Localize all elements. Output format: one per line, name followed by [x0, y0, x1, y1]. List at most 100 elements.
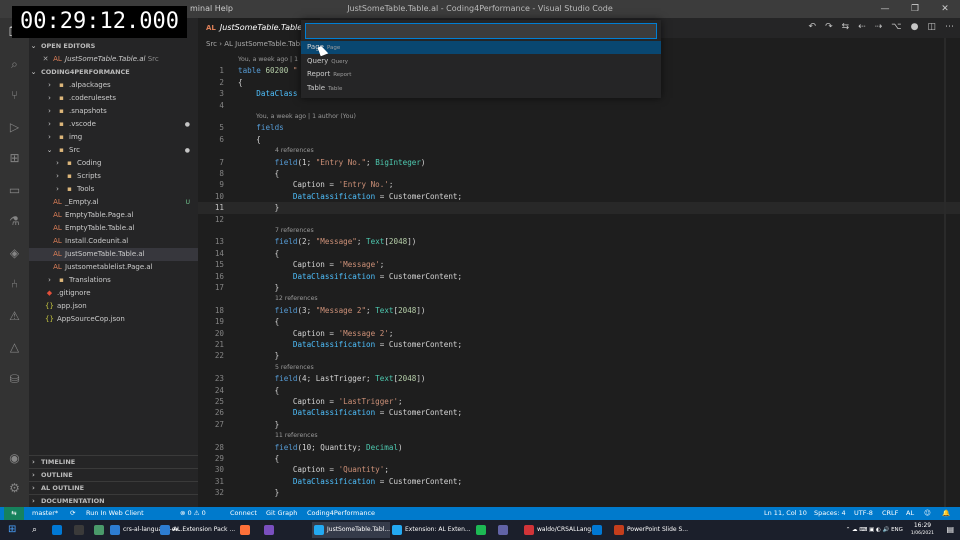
run-debug-icon[interactable]: ▷ [6, 119, 23, 136]
minimize-button[interactable]: — [870, 0, 900, 18]
sync-icon[interactable]: ⟳ [70, 507, 75, 520]
taskbar-app[interactable] [238, 522, 253, 538]
code-line[interactable]: 28 field(10; Quantity; Decimal) [198, 442, 960, 453]
editor-action-icon[interactable]: ● [911, 22, 919, 32]
connect-button[interactable]: Connect [230, 507, 257, 520]
encoding-indicator[interactable]: UTF-8 [854, 507, 873, 520]
eol-indicator[interactable]: CRLF [882, 507, 898, 520]
code-line[interactable]: 11 } [198, 202, 960, 214]
code-lens[interactable]: 5 references [198, 362, 960, 373]
notifications-icon[interactable]: 🔔 [942, 507, 950, 520]
tree-item[interactable]: AL Justsometablelist.Page.al [29, 261, 198, 274]
code-line[interactable]: 6 { [198, 134, 960, 145]
code-line[interactable]: 4 [198, 100, 960, 111]
branch-indicator[interactable]: master* [32, 507, 58, 520]
source-control-icon[interactable]: ⑂ [6, 87, 23, 104]
tree-item[interactable]: AL _Empty.al U [29, 196, 198, 209]
taskbar-app[interactable] [474, 522, 489, 538]
code-line[interactable]: 9 Caption = 'Entry No.'; [198, 179, 960, 190]
remote-indicator[interactable]: ⇆ [4, 507, 24, 520]
code-line[interactable]: 27 } [198, 419, 960, 430]
code-line[interactable]: 31 DataClassification = CustomerContent; [198, 476, 960, 487]
tree-item[interactable]: › ▪ Tools [29, 183, 198, 196]
code-line[interactable]: 32 } [198, 487, 960, 498]
editor-action-icon[interactable]: ⇢ [875, 22, 883, 32]
settings-gear-icon[interactable]: ⚙ [6, 480, 23, 497]
sidebar-section-timeline[interactable]: › TIMELINE [29, 455, 198, 468]
triangle-icon[interactable]: △ [6, 339, 23, 356]
taskbar-app[interactable]: AL Extension Pack ... [158, 522, 235, 538]
tree-item[interactable]: ◆ .gitignore [29, 287, 198, 300]
code-line[interactable]: 22 } [198, 350, 960, 361]
code-line[interactable]: 25 Caption = 'LastTrigger'; [198, 396, 960, 407]
code-line[interactable]: 14 { [198, 248, 960, 259]
editor-action-icon[interactable]: ⌥ [891, 22, 901, 32]
code-line[interactable]: 13 field(2; "Message"; Text[2048]) [198, 236, 960, 247]
breadcrumb[interactable]: Src › AL JustSomeTable.Table.al [206, 40, 315, 48]
feedback-icon[interactable]: ☺ [924, 507, 931, 520]
docker-icon[interactable]: ◈ [6, 245, 23, 262]
tree-item[interactable]: › ▪ .alpackages [29, 79, 198, 92]
code-line[interactable]: 24 { [198, 385, 960, 396]
code-line[interactable]: 26 DataClassification = CustomerContent; [198, 407, 960, 418]
code-line[interactable]: 5 fields [198, 122, 960, 133]
taskbar-app[interactable] [496, 522, 511, 538]
notification-center-icon[interactable]: ▤ [944, 522, 954, 538]
extensions-icon[interactable]: ⊞ [6, 150, 23, 167]
code-lens[interactable]: 11 references [198, 430, 960, 441]
git-graph-icon[interactable]: ⑃ [6, 276, 23, 293]
warning-icon[interactable]: ⚠ [6, 308, 23, 325]
tree-item[interactable]: AL JustSomeTable.Table.al [29, 248, 198, 261]
taskbar-app[interactable] [590, 522, 605, 538]
editor-action-icon[interactable]: ↶ [809, 22, 817, 32]
quick-pick-item-report[interactable]: Report Report [301, 68, 661, 81]
tree-item[interactable]: {} app.json [29, 300, 198, 313]
tree-item[interactable]: › ▪ Translations [29, 274, 198, 287]
sidebar-section-outline[interactable]: › OUTLINE [29, 468, 198, 481]
code-line[interactable]: 29 { [198, 453, 960, 464]
tree-item[interactable]: › ▪ img [29, 131, 198, 144]
taskbar-app[interactable] [262, 522, 277, 538]
taskbar-app[interactable]: JustSomeTable.Tabl... [312, 522, 391, 538]
tree-item[interactable]: › ▪ .vscode ● [29, 118, 198, 131]
open-editor-item[interactable]: ✕ AL JustSomeTable.Table.al Src [29, 53, 198, 66]
test-icon[interactable]: ⚗ [6, 213, 23, 230]
account-icon[interactable]: ◉ [6, 450, 23, 467]
tree-item[interactable]: {} AppSourceCop.json [29, 313, 198, 326]
editor-action-icon[interactable]: ⇆ [842, 22, 850, 32]
open-editors-header[interactable]: ⌄ OPEN EDITORS [29, 40, 198, 53]
indentation-indicator[interactable]: Spaces: 4 [814, 507, 846, 520]
tree-item[interactable]: › ▪ Coding [29, 157, 198, 170]
sidebar-section-al-outline[interactable]: › AL OUTLINE [29, 481, 198, 494]
code-lens[interactable]: 7 references [198, 225, 960, 236]
sidebar-section-documentation[interactable]: › DOCUMENTATION [29, 494, 198, 507]
code-lens[interactable]: 12 references [198, 293, 960, 304]
taskbar-app[interactable] [92, 522, 107, 538]
git-graph-button[interactable]: Git Graph [266, 507, 297, 520]
editor-action-icon[interactable]: ◫ [927, 22, 936, 32]
tree-item[interactable]: AL EmptyTable.Page.al [29, 209, 198, 222]
cursor-position[interactable]: Ln 11, Col 10 [764, 507, 807, 520]
code-line[interactable]: 18 field(3; "Message 2"; Text[2048]) [198, 305, 960, 316]
clock[interactable]: 16:29 1/06/2021 [911, 522, 934, 538]
search-icon[interactable]: ⌕ [6, 56, 23, 73]
quick-pick-item-table[interactable]: Table Table [301, 82, 661, 95]
taskbar-app[interactable] [72, 522, 87, 538]
code-lens[interactable]: You, a week ago | 1 author (You) [198, 111, 960, 122]
run-web-client-button[interactable]: Run In Web Client [86, 507, 144, 520]
code-line[interactable]: 30 Caption = 'Quantity'; [198, 464, 960, 475]
code-line[interactable]: 17 } [198, 282, 960, 293]
project-indicator[interactable]: Coding4Performance [307, 507, 375, 520]
taskbar-app[interactable]: Extension: AL Exten... [390, 522, 471, 538]
code-line[interactable]: 16 DataClassification = CustomerContent; [198, 271, 960, 282]
code-lens[interactable]: 4 references [198, 145, 960, 156]
database-icon[interactable]: ⛁ [6, 371, 23, 388]
code-line[interactable]: 12 [198, 214, 960, 225]
taskbar-app[interactable]: PowerPoint Slide S... [612, 522, 688, 538]
tree-item[interactable]: › ▪ Scripts [29, 170, 198, 183]
windows-start-icon[interactable]: ⊞ [6, 522, 16, 538]
search-icon[interactable]: ⌕ [30, 522, 37, 538]
quick-pick-input[interactable] [305, 23, 657, 39]
tree-item[interactable]: AL Install.Codeunit.al [29, 235, 198, 248]
menu-bar[interactable]: minal Help [190, 4, 233, 13]
